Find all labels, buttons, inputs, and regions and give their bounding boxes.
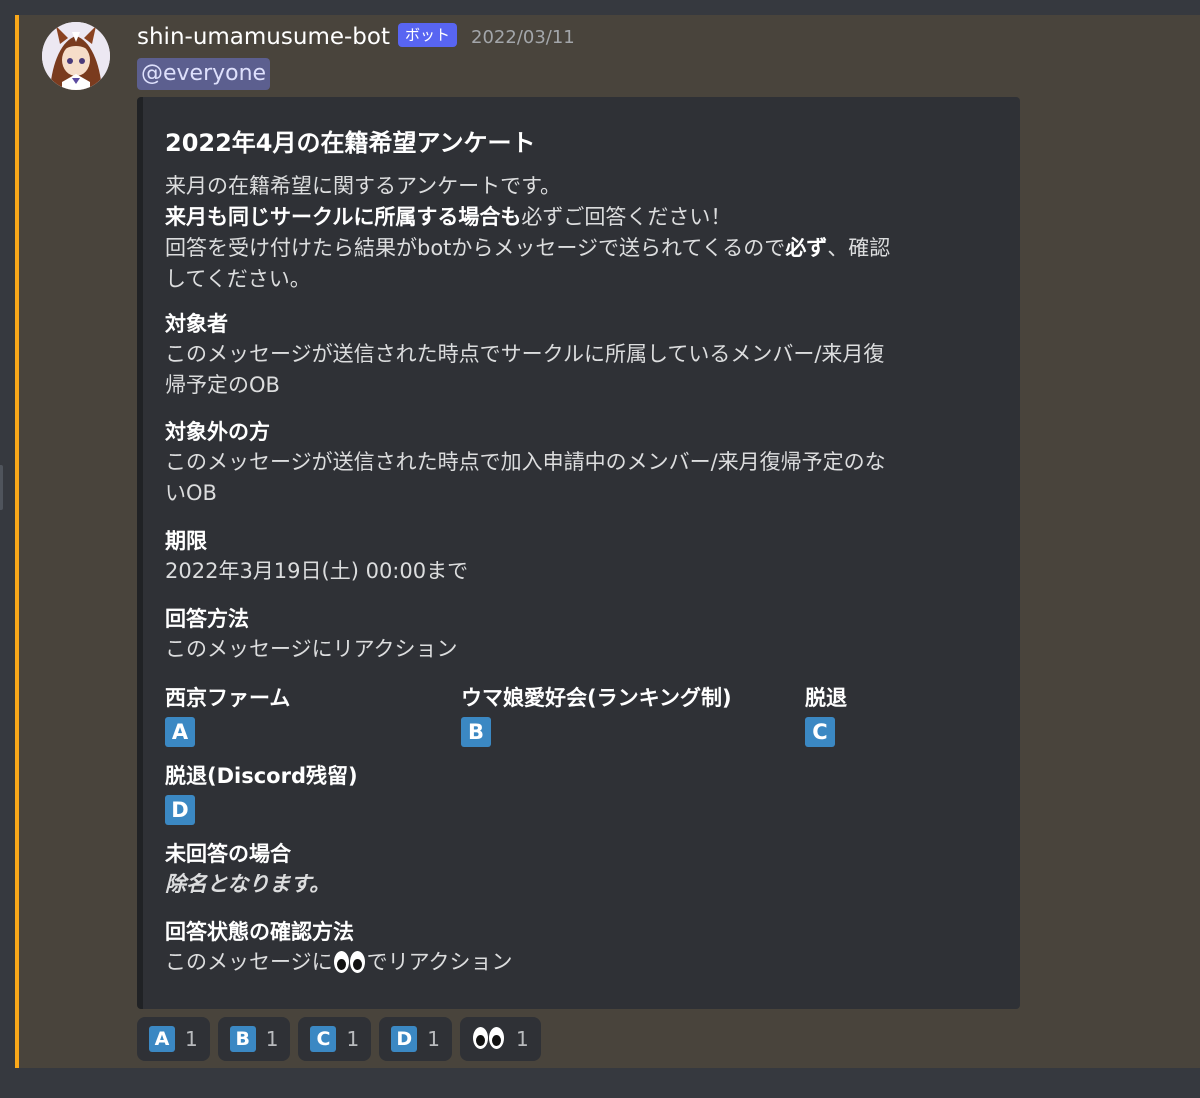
reaction-count: 1 [346, 1027, 360, 1051]
reaction-c[interactable]: C 1 [298, 1017, 372, 1061]
letter-c-icon: C [310, 1026, 337, 1052]
channel-top-strip [0, 0, 1200, 15]
reaction-count: 1 [427, 1027, 440, 1051]
avatar[interactable] [42, 22, 110, 90]
field-name: 対象外の方 [165, 420, 270, 444]
field-target: 対象者 このメッセージが送信された時点でサークルに所属しているメンバー/来月復 … [165, 309, 884, 401]
letter-a-icon: A [165, 717, 195, 747]
reaction-count: 1 [515, 1027, 529, 1051]
field-name: 回答状態の確認方法 [165, 920, 354, 944]
reaction-count: 1 [185, 1027, 198, 1051]
option-c: 脱退 C [805, 683, 847, 747]
desc-text: 必ずご回答ください！ [521, 205, 732, 229]
field-value: 帰予定のOB [165, 373, 280, 397]
field-check: 回答状態の確認方法 このメッセージに でリアクション [165, 917, 513, 978]
field-name: 回答方法 [165, 607, 249, 631]
reactions: A 1 B 1 C 1 D 1 1 [137, 1017, 541, 1061]
field-deadline: 期限 2022年3月19日(土) 00:00まで [165, 526, 468, 587]
embed-title: 2022年4月の在籍希望アンケート [165, 129, 536, 157]
letter-d-icon: D [165, 795, 195, 825]
message-header: shin-umamusume-bot ボット 2022/03/11 [137, 20, 575, 54]
eyes-icon [333, 951, 367, 975]
desc-text: 、確認 [827, 236, 891, 260]
channel-bottom-strip [0, 1068, 1200, 1098]
avatar-image [42, 22, 110, 90]
reaction-d[interactable]: D 1 [379, 1017, 452, 1061]
embed: 2022年4月の在籍希望アンケート 来月の在籍希望に関するアンケートです。 来月… [137, 97, 1020, 1009]
field-value: いOB [165, 481, 217, 505]
letter-d-icon: D [391, 1026, 418, 1052]
field-name: 期限 [165, 529, 207, 553]
check-text: でリアクション [366, 950, 513, 974]
timestamp[interactable]: 2022/03/11 [471, 27, 575, 48]
field-method: 回答方法 このメッセージにリアクション [165, 604, 458, 665]
desc-line: 回答を受け付けたら結果がbotからメッセージで送られてくるので必ず、確認 [165, 233, 995, 264]
check-text: このメッセージに [165, 950, 333, 974]
option-d: 脱退(Discord残留) D [165, 761, 358, 825]
left-gutter [0, 0, 15, 1098]
desc-bold: 必ず [785, 236, 828, 260]
letter-c-icon: C [805, 717, 835, 747]
field-value: 2022年3月19日(土) 00:00まで [165, 559, 469, 583]
everyone-mention[interactable]: @everyone [137, 58, 271, 90]
field-value: このメッセージが送信された時点でサークルに所属しているメンバー/来月復 [165, 342, 885, 366]
desc-line: 来月も同じサークルに所属する場合も必ずご回答ください！ [165, 202, 995, 233]
field-value: このメッセージに でリアクション [165, 947, 513, 978]
desc-line: 来月の在籍希望に関するアンケートです。 [165, 174, 562, 198]
option-name: 脱退(Discord残留) [165, 764, 358, 788]
bot-tag: ボット [398, 23, 458, 47]
option-a: 西京ファーム A [165, 683, 290, 747]
reaction-count: 1 [265, 1027, 279, 1051]
letter-b-icon: B [229, 1026, 256, 1052]
embed-description: 来月の在籍希望に関するアンケートです。 来月も同じサークルに所属する場合も必ずご… [165, 171, 995, 295]
username[interactable]: shin-umamusume-bot [137, 24, 390, 50]
field-value: このメッセージにリアクション [165, 637, 458, 661]
reaction-eyes[interactable]: 1 [459, 1017, 541, 1061]
desc-text: 回答を受け付けたら結果がbotからメッセージで送られてくるので [165, 236, 786, 260]
field-excluded: 対象外の方 このメッセージが送信された時点で加入申請中のメンバー/来月復帰予定の… [165, 417, 886, 509]
field-name: 対象者 [165, 312, 228, 336]
reaction-b[interactable]: B 1 [217, 1017, 291, 1061]
desc-line: してください。 [165, 267, 311, 291]
option-name: 西京ファーム [165, 686, 291, 710]
field-value: このメッセージが送信された時点で加入申請中のメンバー/来月復帰予定のな [165, 450, 886, 474]
desc-bold: 来月も同じサークルに所属する場合も [165, 205, 522, 229]
field-unanswered: 未回答の場合 除名となります。 [165, 839, 330, 900]
eyes-icon [472, 1027, 506, 1051]
option-name: ウマ娘愛好会(ランキング制) [461, 686, 732, 710]
field-name: 未回答の場合 [165, 842, 291, 866]
option-b: ウマ娘愛好会(ランキング制) B [461, 683, 732, 747]
mention-highlight-bar [15, 15, 19, 1068]
field-value: 除名となります。 [165, 872, 331, 896]
letter-a-icon: A [149, 1026, 175, 1052]
letter-b-icon: B [461, 717, 491, 747]
reaction-a[interactable]: A 1 [137, 1017, 210, 1061]
scroll-indicator [0, 465, 3, 510]
option-name: 脱退 [805, 686, 847, 710]
